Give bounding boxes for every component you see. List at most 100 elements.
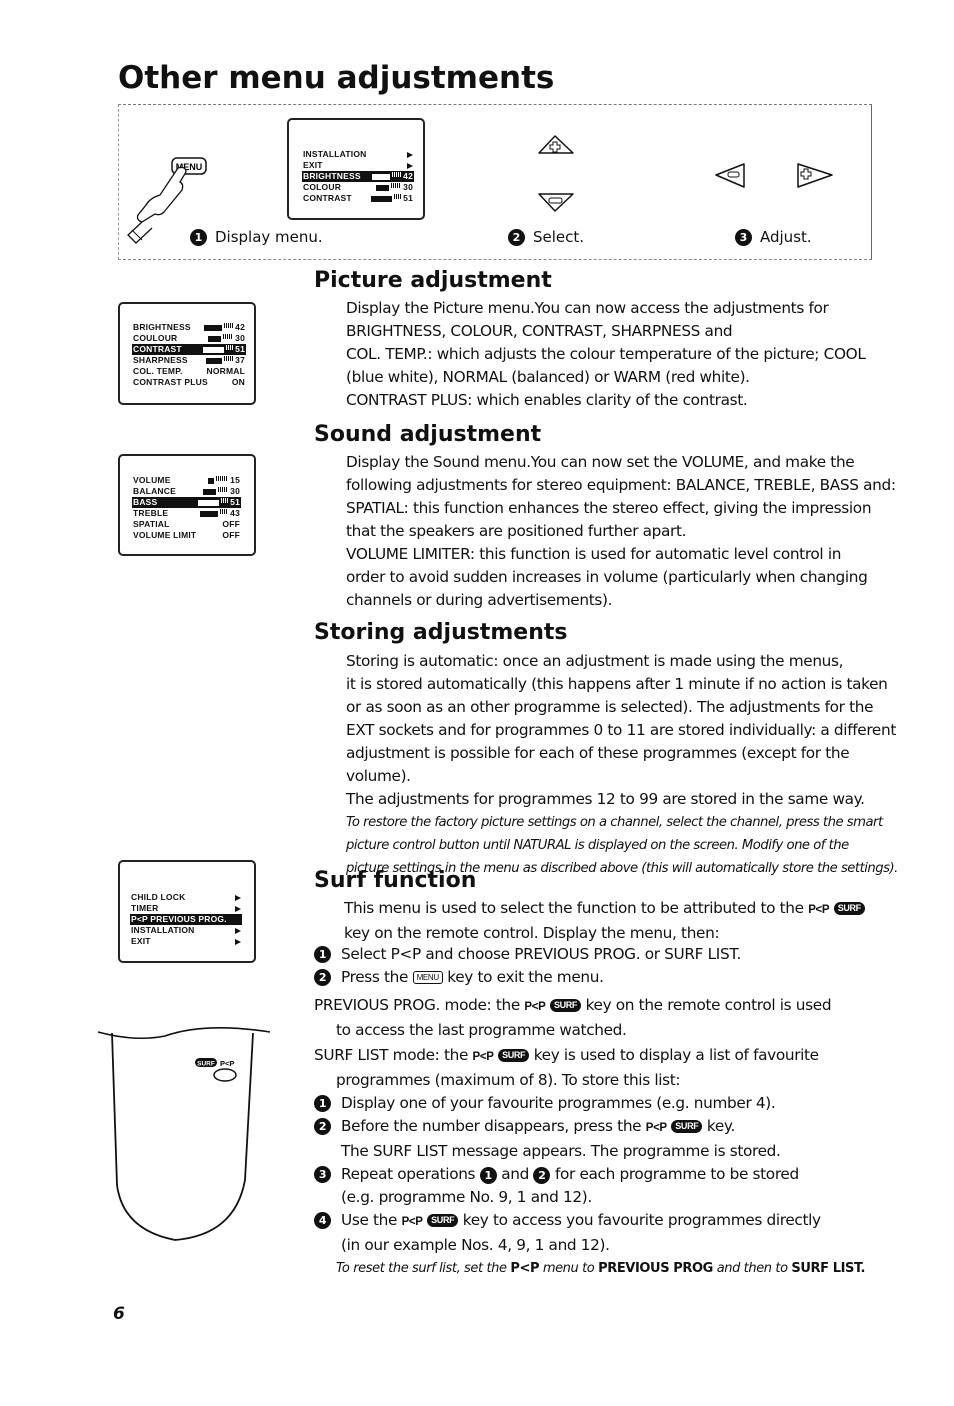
osd-row-label: CONTRAST PLUS bbox=[133, 377, 208, 387]
osd-row-label: TIMER bbox=[131, 903, 159, 913]
level-ticks bbox=[216, 476, 229, 481]
osd-menu-row: BRIGHTNESS 42 bbox=[132, 322, 246, 333]
osd-menu-row: CONTRAST 51 bbox=[132, 344, 246, 355]
text-span: SURF LIST. bbox=[791, 1261, 866, 1276]
sound-menu-screen: VOLUME 15 BALANCE 30 BASS 51 TREBLE 43 SPATIAL OF… bbox=[118, 454, 256, 556]
text-span: menu to bbox=[542, 1261, 595, 1276]
text-line: The adjustments for programmes 12 to 99 … bbox=[346, 790, 865, 808]
osd-row-value: ON bbox=[231, 377, 245, 387]
pp-key-glyph: P<P bbox=[472, 1051, 494, 1063]
text-span: Repeat operations bbox=[341, 1165, 476, 1183]
surf-list-mode: SURF LIST mode: the P<P SURF key is used… bbox=[314, 1044, 914, 1280]
osd-row-value: 30 bbox=[403, 182, 413, 192]
list-item: 3 Repeat operations 1 and 2 for each pro… bbox=[314, 1163, 914, 1209]
text-line: order to avoid sudden increases in volum… bbox=[346, 568, 868, 586]
text-span: PREVIOUS PROG bbox=[598, 1261, 713, 1276]
level-ticks bbox=[223, 334, 234, 339]
picture-menu-screen: BRIGHTNESS 42 COULOUR 30 CONTRAST 51 SHARPNESS… bbox=[118, 302, 256, 405]
text-line: SPATIAL: this function enhances the ster… bbox=[346, 499, 872, 517]
osd-row-value: NORMAL bbox=[206, 366, 245, 376]
step-number-3: 3 bbox=[735, 228, 752, 246]
level-bar bbox=[200, 510, 219, 517]
text-line: or as soon as an other programme is sele… bbox=[346, 698, 874, 716]
osd-row-label: CHILD LOCK bbox=[131, 892, 186, 902]
previous-prog-mode: PREVIOUS PROG. mode: the P<P SURF key on… bbox=[314, 994, 914, 1042]
pp-key-glyph: P<P bbox=[808, 904, 830, 916]
osd-menu-row: EXIT bbox=[130, 936, 242, 947]
step-number: 1 bbox=[314, 946, 331, 963]
features-menu-screen: CHILD LOCK TIMER P<P PREVIOUS PROG. INSTALL… bbox=[118, 860, 256, 963]
note-line: To restore the factory picture settings … bbox=[346, 815, 883, 830]
step-number: 2 bbox=[314, 1118, 331, 1135]
text-span: To reset the surf list, set the bbox=[336, 1261, 507, 1276]
step-3-label: 3 Adjust. bbox=[735, 228, 812, 246]
surf-steps: 1 Select P<P and choose PREVIOUS PROG. o… bbox=[314, 943, 914, 989]
surf-function-heading: Surf function bbox=[314, 868, 477, 893]
osd-menu-row: BRIGHTNESS 42 bbox=[302, 171, 414, 182]
osd-row-label: CONTRAST bbox=[303, 193, 352, 203]
step-ref-icon: 1 bbox=[479, 1167, 497, 1184]
osd-row-label: EXIT bbox=[131, 936, 151, 946]
text-span: key on the remote control is used bbox=[585, 996, 832, 1014]
text-line: CONTRAST PLUS: which enables clarity of … bbox=[346, 391, 748, 409]
surf-intro: This menu is used to select the function… bbox=[344, 897, 904, 945]
osd-menu-row: SPATIAL OFF bbox=[132, 519, 241, 530]
text-span: the bbox=[443, 1046, 469, 1064]
text-line: Display the Sound menu.You can now set t… bbox=[346, 453, 855, 471]
osd-menu-row: CHILD LOCK bbox=[130, 892, 242, 903]
osd-menu-row: TIMER bbox=[130, 903, 242, 914]
text-line: it is stored automatically (this happens… bbox=[346, 675, 888, 693]
cursor-left-button-icon bbox=[715, 163, 745, 188]
submenu-arrow-icon bbox=[235, 894, 241, 901]
osd-row-label: COULOUR bbox=[133, 333, 178, 343]
text-span: Before the number disappears, press the bbox=[341, 1117, 642, 1135]
text-line: key on the remote control. Display the m… bbox=[344, 924, 720, 942]
list-item: 1 Select P<P and choose PREVIOUS PROG. o… bbox=[314, 943, 914, 966]
step-1-text: Display menu. bbox=[215, 228, 323, 246]
surf-key-icon: SURF bbox=[549, 999, 582, 1012]
text-span: key. bbox=[706, 1117, 735, 1135]
osd-row-label: BALANCE bbox=[133, 486, 176, 496]
osd-row-label: EXIT bbox=[303, 160, 323, 170]
osd-row-value: 51 bbox=[235, 344, 245, 354]
level-ticks bbox=[394, 194, 402, 199]
surf-key-label: SURF bbox=[197, 1061, 215, 1068]
osd-menu-row: INSTALLATION bbox=[130, 925, 242, 936]
osd-menu-row: P<P PREVIOUS PROG. bbox=[130, 914, 242, 925]
osd-row-label: VOLUME LIMIT bbox=[133, 530, 197, 540]
osd-row-value: 51 bbox=[403, 193, 413, 203]
storing-adjustments-heading: Storing adjustments bbox=[314, 620, 568, 645]
step-2-text: Select. bbox=[533, 228, 585, 246]
level-ticks bbox=[224, 356, 234, 361]
osd-row-label: CONTRAST bbox=[133, 344, 182, 354]
text-line: that the speakers are positioned further… bbox=[346, 522, 687, 540]
osd-row-label: COLOUR bbox=[303, 182, 342, 192]
page-number: 6 bbox=[113, 1304, 125, 1324]
step-1-label: 1 Display menu. bbox=[190, 228, 323, 246]
level-bar bbox=[372, 173, 391, 180]
step-number: 1 bbox=[314, 1095, 331, 1112]
menu-key-icon: MENU bbox=[412, 971, 443, 984]
level-bar bbox=[203, 488, 217, 495]
pp-button bbox=[213, 1068, 237, 1082]
osd-menu-row: COL. TEMP. NORMAL bbox=[132, 366, 246, 377]
step-2-label: 2 Select. bbox=[508, 228, 584, 246]
step-number-1: 1 bbox=[190, 228, 207, 246]
step-number: 2 bbox=[314, 969, 331, 986]
step-ref-icon: 2 bbox=[533, 1167, 551, 1184]
pp-key-label: P<P bbox=[220, 1059, 234, 1068]
osd-row-label: INSTALLATION bbox=[131, 925, 195, 935]
osd-row-value: 43 bbox=[230, 508, 240, 518]
osd-row-value: 42 bbox=[235, 322, 245, 332]
picture-adjustment-heading: Picture adjustment bbox=[314, 268, 552, 293]
step-text: Select P<P and choose PREVIOUS PROG. or … bbox=[341, 945, 742, 963]
surf-key-icon: SURF bbox=[671, 1120, 703, 1133]
note-line: picture control button until NATURAL is … bbox=[346, 838, 849, 853]
sound-adjustment-heading: Sound adjustment bbox=[314, 422, 542, 447]
cursor-down-button-icon bbox=[538, 193, 574, 212]
remote-control-illustration: SURF P<P bbox=[97, 1027, 271, 1241]
pp-key-glyph: P<P bbox=[645, 1122, 667, 1134]
osd-row-label: P<P PREVIOUS PROG. bbox=[131, 914, 227, 924]
text-line: channels or during advertisements). bbox=[346, 591, 613, 609]
mode-label: SURF LIST mode: bbox=[314, 1046, 440, 1064]
